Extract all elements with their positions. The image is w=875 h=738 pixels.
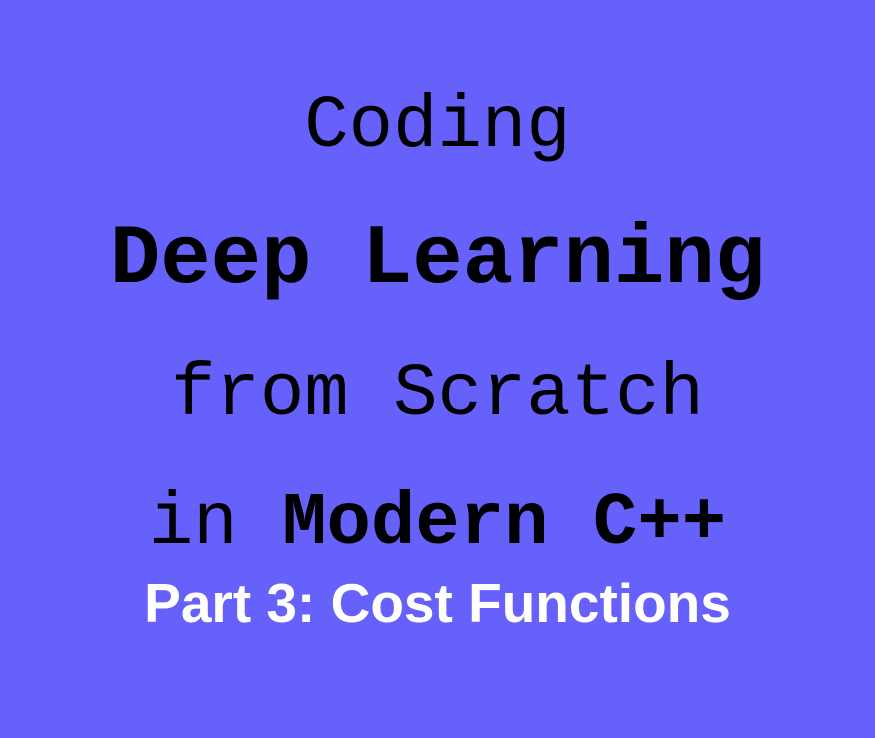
title-line-4: in Modern C++: [110, 487, 765, 561]
title-line-4-prefix: in: [149, 482, 282, 566]
subtitle: Part 3: Cost Functions: [144, 571, 731, 635]
title-line-4-bold: Modern C++: [282, 482, 726, 566]
title-line-3: from Scratch: [110, 358, 765, 432]
title-line-1: Coding: [110, 90, 765, 164]
title-block: Coding Deep Learning from Scratch in Mod…: [110, 90, 765, 571]
title-line-2: Deep Learning: [110, 219, 765, 303]
